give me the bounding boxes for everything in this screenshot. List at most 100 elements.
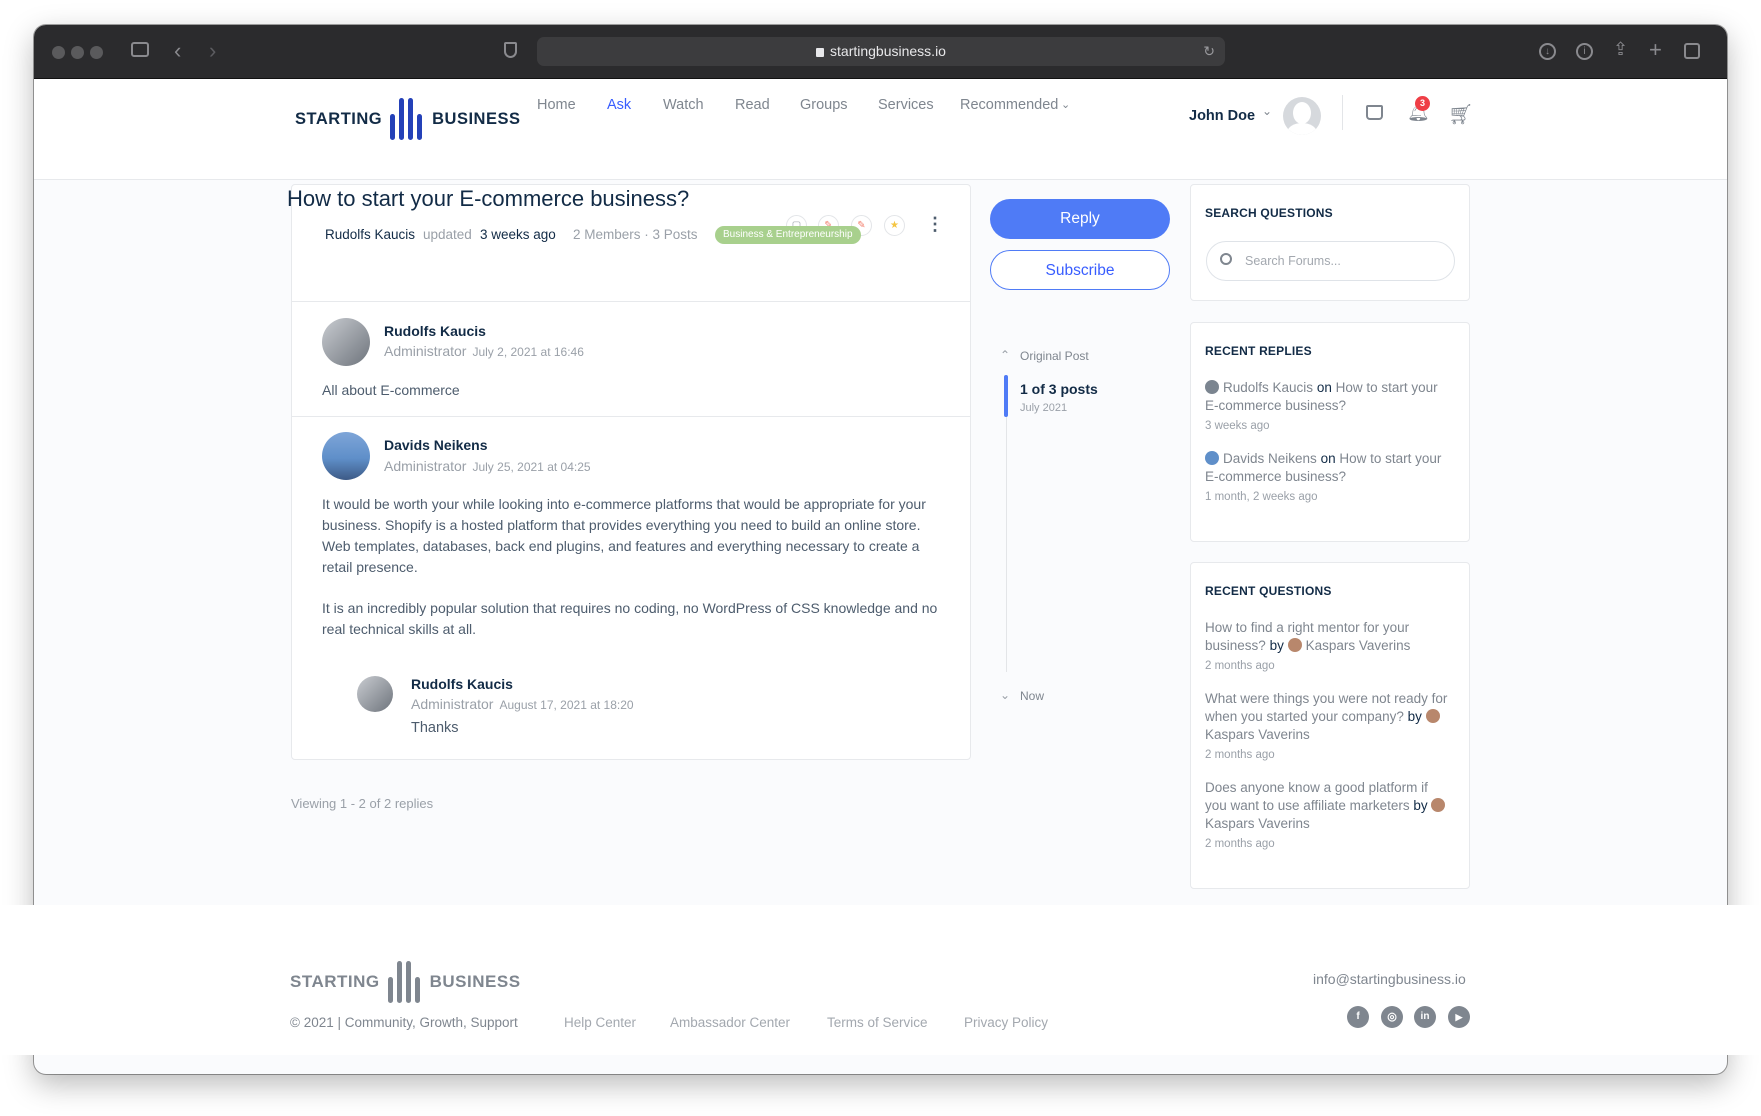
- chevron-up-icon[interactable]: ⌃: [1000, 348, 1010, 362]
- site-footer: [0, 905, 1761, 1055]
- list-item[interactable]: Rudolfs Kaucis on How to start your E-co…: [1205, 379, 1450, 435]
- avatar[interactable]: [322, 432, 370, 480]
- inbox-icon[interactable]: [1366, 105, 1383, 120]
- logo-mark-icon: [386, 961, 424, 1003]
- post-author[interactable]: Rudolfs Kaucis: [411, 676, 513, 692]
- user-avatar[interactable]: [1283, 97, 1321, 135]
- footer-copyright: © 2021 | Community, Growth, Support: [290, 1015, 518, 1030]
- browser-toolbar: ‹ › startingbusiness.io ↻ ↓ i ⇪ +: [34, 25, 1727, 79]
- logo-text-left: STARTING: [295, 109, 383, 128]
- post-date: July 2, 2021 at 16:46: [472, 345, 584, 359]
- info-icon[interactable]: i: [1576, 43, 1593, 60]
- youtube-icon[interactable]: ▶: [1448, 1006, 1470, 1028]
- logo-text-right: BUSINESS: [432, 109, 521, 128]
- share-icon[interactable]: ⇪: [1613, 40, 1628, 58]
- address-bar[interactable]: startingbusiness.io ↻: [537, 37, 1225, 66]
- avatar: [1431, 798, 1446, 812]
- more-options-icon[interactable]: ⋮: [926, 214, 944, 235]
- topic-tag[interactable]: Business & Entrepreneurship: [715, 226, 861, 244]
- list-item[interactable]: How to find a right mentor for your busi…: [1205, 619, 1450, 675]
- nav-ask[interactable]: Ask: [607, 97, 631, 113]
- list-item[interactable]: Davids Neikens on How to start your E-co…: [1205, 450, 1450, 506]
- post-author[interactable]: Rudolfs Kaucis: [384, 323, 486, 339]
- viewing-count: Viewing 1 - 2 of 2 replies: [291, 796, 434, 811]
- nav-services[interactable]: Services: [878, 97, 934, 113]
- post-body: It would be worth your while looking int…: [322, 496, 926, 575]
- chevron-down-icon[interactable]: ⌄: [1000, 688, 1010, 702]
- logo-text-right: BUSINESS: [429, 972, 521, 991]
- sidebar-toggle-icon[interactable]: [131, 42, 149, 57]
- url-text: startingbusiness.io: [830, 43, 946, 59]
- post-body: Thanks: [411, 720, 459, 736]
- reply-button[interactable]: Reply: [990, 199, 1170, 239]
- search-heading: SEARCH QUESTIONS: [1205, 206, 1333, 220]
- footer-link-terms[interactable]: Terms of Service: [827, 1015, 928, 1030]
- avatar[interactable]: [357, 676, 393, 712]
- topic-title: How to start your E-commerce business?: [287, 186, 690, 211]
- cart-icon[interactable]: 🛒︎: [1448, 102, 1473, 127]
- footer-link-ambassador[interactable]: Ambassador Center: [670, 1015, 790, 1030]
- search-placeholder: Search Forums...: [1245, 254, 1341, 268]
- nav-groups[interactable]: Groups: [800, 97, 848, 113]
- window-minimize-dot[interactable]: [71, 46, 84, 59]
- recent-questions-heading: RECENT QUESTIONS: [1205, 584, 1332, 598]
- site-logo[interactable]: STARTING BUSINESS: [295, 98, 520, 140]
- post-role: Administrator July 25, 2021 at 04:25: [384, 458, 591, 474]
- chevron-down-icon: ⌄: [1061, 99, 1071, 111]
- new-tab-icon[interactable]: +: [1649, 39, 1662, 61]
- topic-author[interactable]: Rudolfs Kaucis: [325, 227, 415, 242]
- post-author[interactable]: Davids Neikens: [384, 437, 488, 453]
- footer-link-help[interactable]: Help Center: [564, 1015, 636, 1030]
- nav-read[interactable]: Read: [735, 97, 770, 113]
- header-divider: [1342, 95, 1343, 130]
- timeline-track[interactable]: [1006, 375, 1007, 672]
- forward-icon[interactable]: ›: [209, 40, 216, 62]
- site-header: [34, 79, 1727, 180]
- window-zoom-dot[interactable]: [90, 46, 103, 59]
- search-input[interactable]: Search Forums...: [1206, 241, 1455, 281]
- subscribe-button[interactable]: Subscribe: [990, 250, 1170, 290]
- linkedin-icon[interactable]: in: [1414, 1006, 1436, 1028]
- post-date: August 17, 2021 at 18:20: [499, 698, 634, 712]
- list-item[interactable]: Does anyone know a good platform if you …: [1205, 779, 1450, 853]
- post-body: All about E-commerce: [322, 382, 460, 398]
- logo-mark-icon: [388, 98, 426, 140]
- logo-text-left: STARTING: [290, 972, 380, 991]
- timeline-now[interactable]: Now: [1020, 689, 1044, 703]
- footer-logo[interactable]: STARTING BUSINESS: [290, 961, 521, 1003]
- footer-link-privacy[interactable]: Privacy Policy: [964, 1015, 1048, 1030]
- lock-icon: [816, 48, 825, 57]
- post-date: July 25, 2021 at 04:25: [472, 460, 591, 474]
- recent-replies-heading: RECENT REPLIES: [1205, 344, 1312, 358]
- shield-icon[interactable]: [504, 42, 517, 58]
- avatar: [1205, 451, 1219, 465]
- topic-updated-ago[interactable]: 3 weeks ago: [480, 227, 556, 242]
- timeline-scrubber[interactable]: [1004, 375, 1008, 417]
- user-name[interactable]: John Doe: [1189, 108, 1255, 124]
- back-icon[interactable]: ‹: [174, 40, 181, 62]
- reload-icon[interactable]: ↻: [1203, 37, 1215, 66]
- nav-home[interactable]: Home: [537, 97, 576, 113]
- star-icon[interactable]: ★: [884, 215, 905, 236]
- nav-recommended[interactable]: Recommended: [960, 97, 1058, 113]
- notification-badge: 3: [1415, 96, 1430, 111]
- divider: [292, 301, 970, 302]
- timeline-position: 1 of 3 posts: [1020, 381, 1098, 397]
- timeline-original[interactable]: Original Post: [1020, 349, 1089, 363]
- list-item[interactable]: What were things you were not ready for …: [1205, 690, 1450, 764]
- download-icon[interactable]: ↓: [1539, 43, 1556, 60]
- user-menu-chevron-icon[interactable]: ⌄: [1262, 104, 1272, 118]
- post-role: Administrator August 17, 2021 at 18:20: [411, 696, 634, 712]
- search-icon: [1220, 253, 1232, 265]
- avatar: [1205, 380, 1219, 394]
- divider: [292, 416, 970, 417]
- topic-updated-label: updated: [423, 227, 472, 242]
- instagram-icon[interactable]: ◎: [1381, 1006, 1403, 1028]
- footer-email[interactable]: info@startingbusiness.io: [1313, 971, 1466, 987]
- window-close-dot[interactable]: [52, 46, 65, 59]
- facebook-icon[interactable]: f: [1347, 1006, 1369, 1028]
- nav-watch[interactable]: Watch: [663, 97, 704, 113]
- tabs-overview-icon[interactable]: [1684, 43, 1700, 59]
- avatar[interactable]: [322, 318, 370, 366]
- avatar: [1425, 709, 1440, 723]
